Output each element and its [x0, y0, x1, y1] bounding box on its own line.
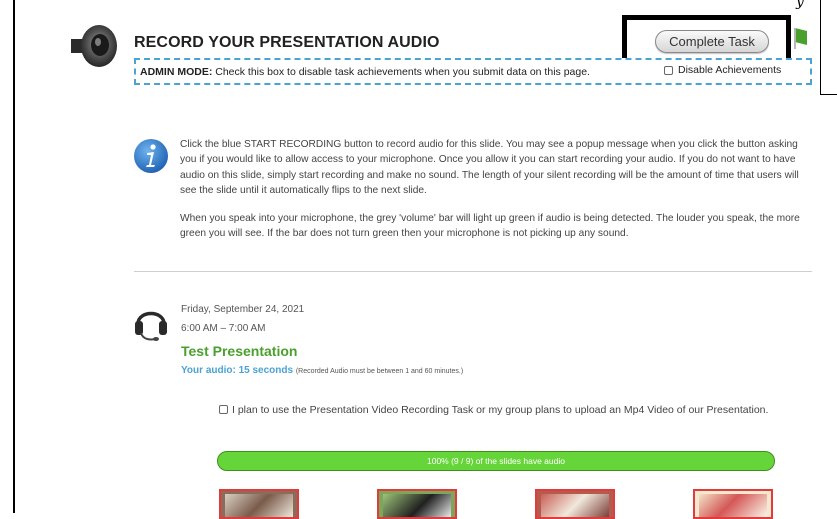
disable-achievements-checkbox[interactable] — [664, 65, 673, 75]
video-plan-option[interactable]: I plan to use the Presentation Video Rec… — [219, 402, 779, 418]
headset-icon — [135, 311, 167, 341]
frame-left-line — [13, 0, 15, 513]
presentation-date: Friday, September 24, 2021 — [181, 304, 305, 315]
admin-mode-text: ADMIN MODE: Check this box to disable ta… — [140, 66, 590, 78]
admin-mode-description: Check this box to disable task achieveme… — [215, 66, 590, 78]
audio-note: (Recorded Audio must be between 1 and 60… — [295, 368, 464, 375]
slide-thumbnail-2[interactable] — [377, 489, 457, 519]
instructions-paragraph-1: Click the blue START RECORDING button to… — [180, 139, 799, 197]
slide-thumbnail-3[interactable] — [535, 489, 615, 519]
instructions-paragraph-2: When you speak into your microphone, the… — [180, 212, 800, 240]
flag-icon — [794, 28, 807, 49]
page-title: RECORD YOUR PRESENTATION AUDIO — [134, 34, 440, 51]
disable-achievements-label: Disable Achievements — [678, 64, 782, 76]
audio-length: Your audio: 15 seconds — [181, 365, 294, 376]
frame-right-tick — [820, 94, 837, 95]
presentation-time: 6:00 AM – 7:00 AM — [181, 323, 266, 334]
top-glyph: y — [796, 0, 804, 10]
instructions: Click the blue START RECORDING button to… — [180, 137, 816, 253]
complete-task-button[interactable]: Complete Task — [655, 30, 769, 53]
speaker-icon — [71, 25, 117, 67]
video-plan-label: I plan to use the Presentation Video Rec… — [232, 404, 769, 416]
audio-info: Your audio: 15 seconds (Recorded Audio m… — [181, 365, 463, 376]
section-divider — [134, 271, 812, 272]
video-plan-checkbox[interactable] — [219, 405, 228, 414]
slides-audio-progress: 100% (9 / 9) of the slides have audio — [217, 451, 775, 471]
slide-thumbnail-1[interactable] — [219, 489, 299, 519]
presentation-title: Test Presentation — [181, 343, 298, 359]
admin-mode-label: ADMIN MODE: — [140, 66, 213, 78]
admin-mode-bar: ADMIN MODE: Check this box to disable ta… — [134, 58, 812, 85]
slide-thumbnail-4[interactable] — [693, 489, 773, 519]
disable-achievements-toggle[interactable]: Disable Achievements — [664, 64, 781, 76]
frame-right-line — [820, 0, 821, 95]
info-icon — [134, 139, 168, 173]
